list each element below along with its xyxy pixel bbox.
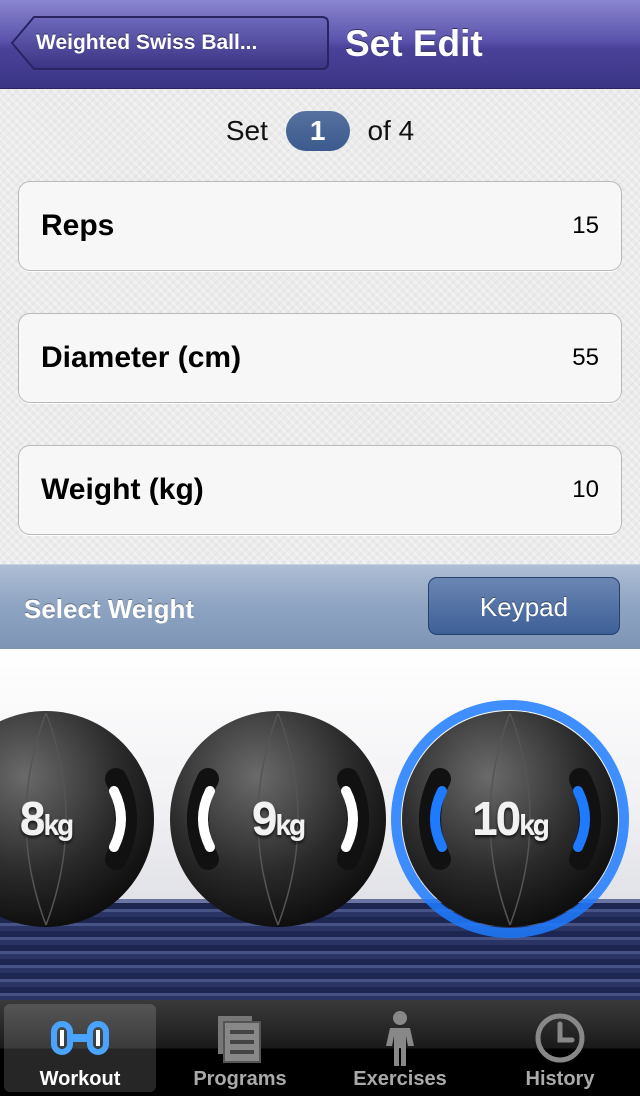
tab-workout[interactable]: Workout	[4, 1004, 156, 1092]
ball-weight-label: 8kg	[19, 793, 74, 845]
ball-weight-label: 9kg	[251, 793, 306, 845]
select-weight-bar: Select Weight Keypad	[0, 564, 640, 650]
programs-icon	[218, 1016, 261, 1063]
tab-exercises[interactable]: Exercises	[324, 1004, 476, 1092]
back-button[interactable]: Weighted Swiss Ball...	[10, 15, 330, 71]
set-number-badge[interactable]: 1	[285, 111, 350, 151]
navigation-bar: Weighted Swiss Ball... Set Edit	[0, 0, 640, 89]
set-indicator: Set 1 of 4	[0, 111, 640, 155]
set-edit-content: Set 1 of 4 Reps 15 Diameter (cm) 55 Weig…	[0, 89, 640, 564]
exercises-icon	[386, 1011, 414, 1066]
keypad-button[interactable]: Keypad	[428, 577, 620, 635]
diameter-label: Diameter (cm)	[41, 341, 242, 374]
weight-picker[interactable]: 8kg 9kg 10kg	[0, 649, 640, 1000]
tab-exercises-label: Exercises	[353, 1068, 447, 1090]
reps-value: 15	[572, 212, 599, 239]
weight-ball-8kg[interactable]: 8kg	[0, 709, 156, 929]
diameter-value: 55	[572, 344, 599, 371]
weight-ball-9kg[interactable]: 9kg	[168, 709, 388, 929]
weight-ball-10kg-selected[interactable]: 10kg	[391, 700, 629, 938]
weight-label: Weight (kg)	[41, 473, 204, 506]
tab-bar: Workout Programs Exercises History	[0, 1000, 640, 1096]
tab-history-label: History	[525, 1068, 595, 1090]
back-button-label: Weighted Swiss Ball...	[36, 31, 258, 54]
tab-programs-label: Programs	[193, 1068, 287, 1090]
reps-label: Reps	[41, 209, 115, 242]
weight-value: 10	[572, 476, 599, 503]
ball-weight-label: 10kg	[472, 793, 550, 845]
reps-field[interactable]: Reps 15	[18, 181, 622, 271]
tab-history[interactable]: History	[484, 1004, 636, 1092]
tab-workout-label: Workout	[39, 1068, 121, 1090]
history-icon	[535, 1013, 585, 1063]
weight-field[interactable]: Weight (kg) 10	[18, 445, 622, 535]
select-weight-label: Select Weight	[24, 594, 195, 624]
tab-programs[interactable]: Programs	[164, 1004, 316, 1092]
diameter-field[interactable]: Diameter (cm) 55	[18, 313, 622, 403]
set-prefix: Set	[225, 115, 268, 146]
workout-icon	[51, 1021, 109, 1055]
page-title: Set Edit	[345, 23, 483, 64]
set-suffix: of 4	[367, 115, 415, 146]
